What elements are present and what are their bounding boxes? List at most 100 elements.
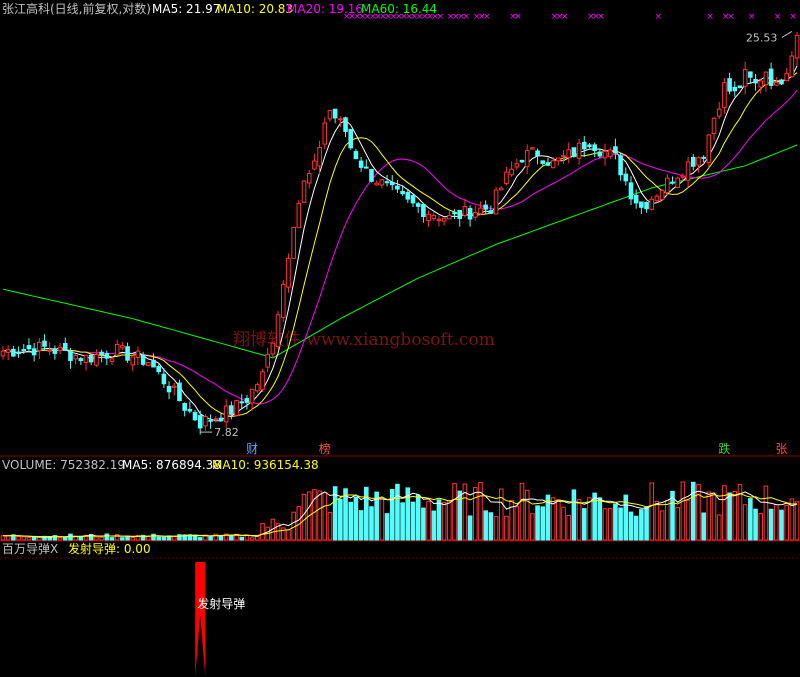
volume-bar [680, 481, 686, 541]
volume-bar [255, 536, 260, 541]
candle-body [665, 177, 670, 194]
indicator-name: 百万导弹X [2, 542, 58, 556]
candle [182, 402, 187, 417]
candle-body [322, 122, 328, 145]
candle [358, 157, 364, 172]
candle [280, 280, 286, 323]
candle [177, 379, 182, 402]
candle [52, 345, 58, 360]
missile-label: 发射导弹 [197, 596, 245, 611]
volume-bar [447, 499, 452, 541]
candle-body [151, 359, 156, 368]
event-tag[interactable]: 榜 [319, 441, 331, 456]
volume-bar [618, 507, 623, 541]
candle-body [78, 358, 84, 362]
volume-bar [716, 514, 722, 541]
candle [395, 179, 400, 193]
candle-body [332, 108, 338, 119]
candle [540, 160, 546, 166]
candle-body [88, 354, 94, 363]
candle [659, 189, 665, 201]
candle-body [374, 182, 379, 186]
volume-bar [26, 536, 32, 541]
ma10-line-layer [2, 72, 798, 418]
volume-bar [628, 511, 634, 541]
candle-body [400, 190, 405, 195]
signal-x-mark: × [436, 12, 444, 22]
event-tag[interactable]: 张 [776, 442, 788, 456]
volume-bar [415, 494, 421, 541]
volume-bar [737, 484, 743, 541]
candle [37, 337, 42, 360]
event-tag[interactable]: 跌 [718, 441, 730, 456]
candle [312, 153, 317, 171]
volume-bar [763, 485, 769, 541]
candle [104, 350, 110, 366]
candle [452, 209, 457, 220]
candle [607, 147, 613, 159]
candle [613, 138, 618, 160]
candle-body [556, 157, 561, 162]
candle [306, 169, 312, 189]
candle-body [249, 388, 255, 404]
candle-body [369, 169, 374, 182]
candle [535, 148, 540, 165]
candle-body [550, 160, 556, 169]
volume-bar [576, 499, 582, 541]
signal-x-mark: × [483, 12, 491, 22]
candle-body [701, 156, 706, 159]
candle-body [441, 217, 447, 222]
volume-bar [400, 502, 405, 541]
volume-bar [556, 499, 561, 541]
volume-bar [171, 535, 177, 541]
candle-body [514, 163, 520, 168]
candle-body [602, 150, 608, 159]
ma10-readout: MA10: 20.83 [217, 2, 293, 16]
volume-bar [524, 489, 530, 541]
candle-body [203, 416, 208, 427]
candle-body [11, 348, 16, 357]
candle-body [576, 142, 582, 159]
volume-bar [426, 500, 431, 541]
volume-bar [722, 485, 727, 541]
candle-body [187, 408, 193, 412]
volume-bars-layer [0, 481, 800, 541]
volume-bar [706, 491, 712, 541]
candle [742, 61, 748, 95]
candle-body [395, 185, 400, 190]
volume-bar [125, 535, 130, 541]
candle [426, 210, 431, 227]
candle-body [431, 214, 437, 220]
volume-bar [654, 500, 660, 541]
candle-body [255, 384, 260, 392]
candle [73, 354, 78, 365]
candle-body [670, 181, 675, 184]
volume-bar [774, 504, 779, 541]
candle-body [42, 340, 47, 347]
candle-body [171, 385, 177, 388]
candle-body [182, 403, 187, 411]
candle-body [140, 354, 146, 365]
volume-bar [57, 537, 63, 541]
candle [120, 341, 125, 350]
candle-body [763, 71, 769, 86]
candle [296, 199, 302, 229]
candle [509, 161, 514, 177]
candle [670, 176, 675, 185]
candle-body [364, 166, 369, 169]
candle [561, 150, 566, 164]
volume-bar [566, 515, 572, 541]
volume-bar [530, 513, 535, 541]
candle-body [545, 162, 551, 166]
candle-body [286, 257, 291, 288]
candle-body [120, 345, 125, 349]
volume-bar [109, 537, 115, 541]
volume-bar [16, 536, 21, 541]
volume-ma5-readout: MA5: 876894.38 [122, 458, 221, 472]
candle-body [5, 349, 11, 353]
candle-body [426, 213, 431, 222]
candle [436, 215, 442, 227]
candle-body [166, 385, 172, 393]
event-tag[interactable]: 财 [246, 442, 258, 456]
candle [130, 356, 136, 372]
